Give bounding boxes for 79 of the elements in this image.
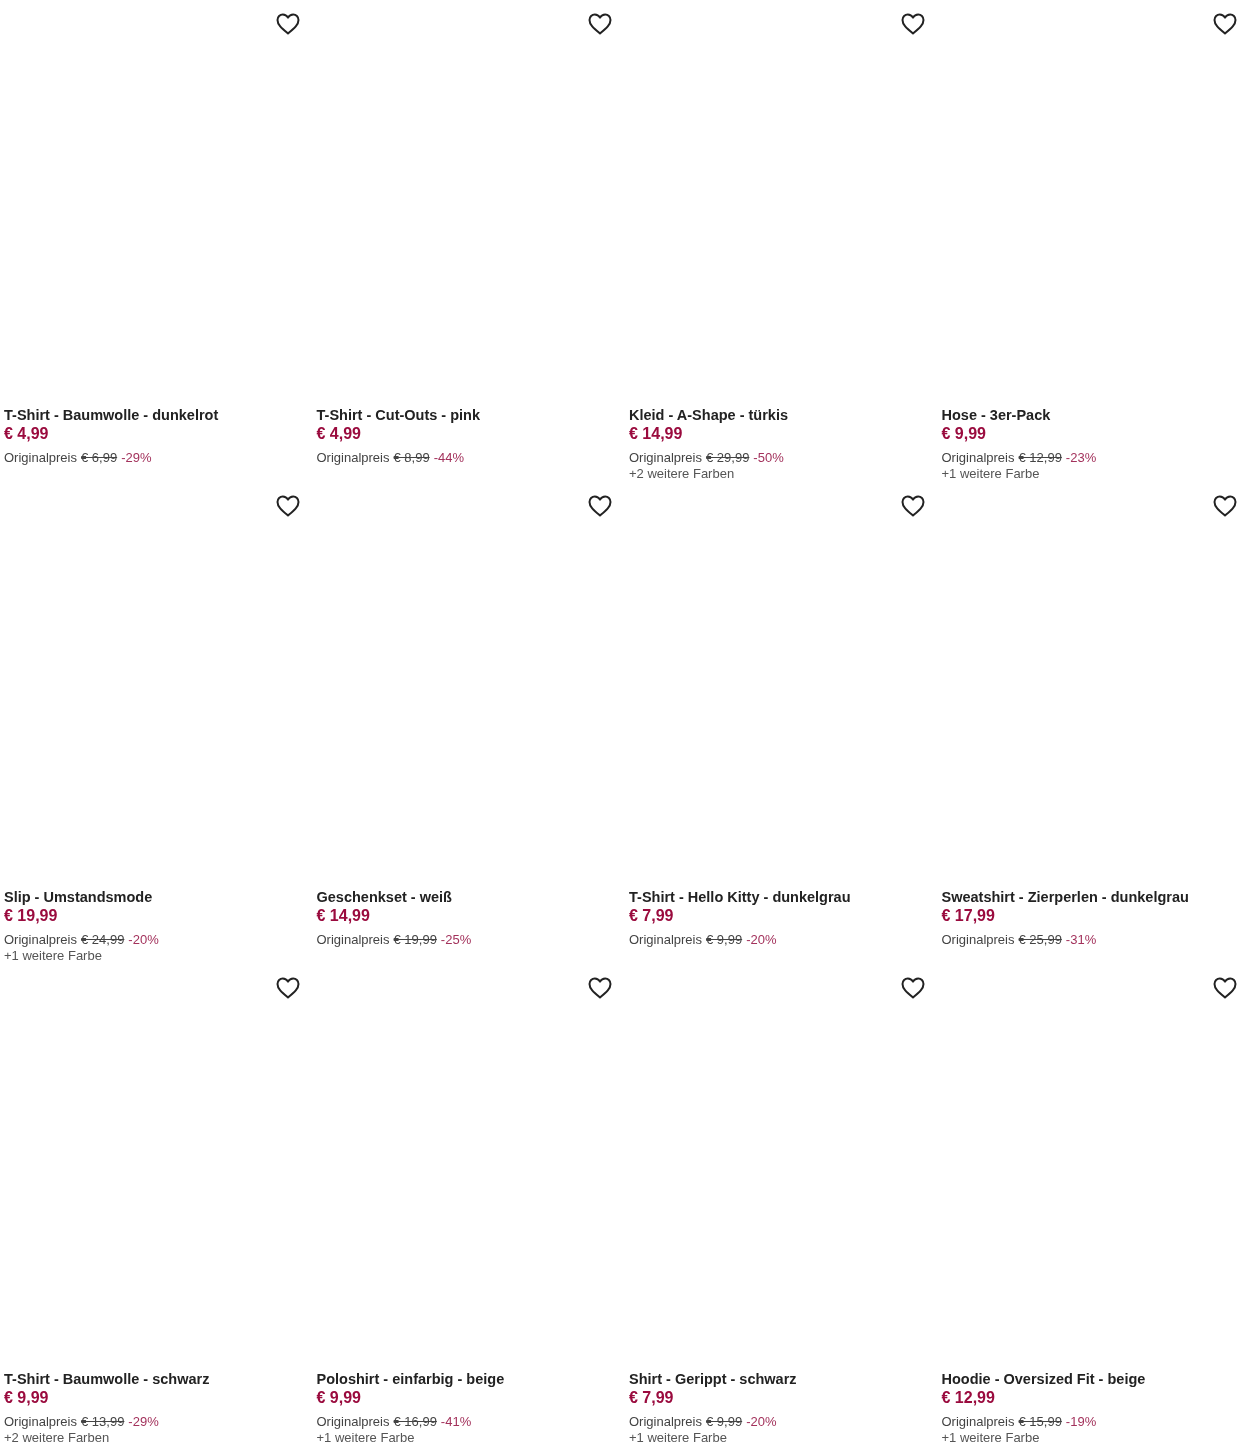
heart-icon[interactable] (900, 495, 925, 517)
heart-icon[interactable] (900, 977, 925, 999)
product-title[interactable]: T-Shirt - Baumwolle - dunkelrot (4, 406, 309, 424)
sale-price: € 14,99 (316, 906, 371, 926)
product-title[interactable]: Shirt - Gerippt - schwarz (629, 1370, 934, 1388)
discount-percent: -41% (440, 1414, 472, 1430)
original-price-label: Originalpreis (629, 932, 702, 948)
more-colors-note: +1 weitere Farbe (629, 1430, 728, 1446)
original-price: € 15,99 (1018, 1414, 1062, 1430)
discount-percent: -20% (746, 932, 777, 948)
sale-price: € 19,99 (4, 906, 59, 926)
sale-price: € 9,99 (941, 424, 987, 444)
more-colors-note: +2 weitere Farben (4, 1430, 111, 1446)
heart-icon[interactable] (275, 495, 300, 517)
original-price-label: Originalpreis (316, 450, 390, 466)
sale-price: € 7,99 (629, 906, 675, 926)
original-price: € 16,99 (393, 1414, 437, 1430)
heart-icon[interactable] (588, 977, 612, 999)
original-price: € 12,99 (1018, 450, 1062, 466)
sale-price: € 14,99 (629, 424, 684, 444)
original-price: € 6,99 (81, 450, 118, 466)
more-colors-note: +1 weitere Farbe (941, 466, 1041, 482)
product-title[interactable]: Slip - Umstandsmode (4, 888, 309, 906)
heart-icon[interactable] (900, 13, 925, 35)
sale-price: € 4,99 (316, 424, 362, 444)
discount-percent: -25% (440, 932, 472, 948)
product-title[interactable]: Hoodie - Oversized Fit - beige (941, 1370, 1246, 1388)
sale-price: € 9,99 (316, 1388, 362, 1408)
more-colors-note: +2 weitere Farben (629, 466, 736, 482)
original-price: € 9,99 (706, 1414, 743, 1430)
original-price: € 29,99 (706, 450, 750, 466)
original-price-label: Originalpreis (4, 1414, 77, 1430)
product-title[interactable]: T-Shirt - Hello Kitty - dunkelgrau (629, 888, 934, 906)
original-price-label: Originalpreis (941, 450, 1015, 466)
original-price-label: Originalpreis (316, 932, 390, 948)
heart-icon[interactable] (1213, 13, 1237, 35)
original-price-label: Originalpreis (316, 1414, 390, 1430)
discount-percent: -31% (1065, 932, 1097, 948)
product-title[interactable]: Kleid - A-Shape - türkis (629, 406, 934, 424)
original-price: € 24,99 (81, 932, 125, 948)
discount-percent: -29% (128, 1414, 159, 1430)
original-price: € 19,99 (393, 932, 437, 948)
original-price-label: Originalpreis (629, 1414, 702, 1430)
original-price: € 9,99 (706, 932, 743, 948)
more-colors-note: +1 weitere Farbe (941, 1430, 1041, 1446)
product-title[interactable]: Sweatshirt - Zierperlen - dunkelgrau (941, 888, 1246, 906)
sale-price: € 7,99 (629, 1388, 675, 1408)
original-price-label: Originalpreis (4, 932, 77, 948)
heart-icon[interactable] (588, 495, 612, 517)
sale-price: € 4,99 (4, 424, 50, 444)
heart-icon[interactable] (588, 13, 612, 35)
more-colors-note: +1 weitere Farbe (4, 948, 103, 964)
heart-icon[interactable] (1213, 977, 1237, 999)
original-price-label: Originalpreis (941, 932, 1015, 948)
sale-price: € 17,99 (941, 906, 996, 926)
heart-icon[interactable] (1213, 495, 1237, 517)
product-title[interactable]: T-Shirt - Cut-Outs - pink (316, 406, 621, 424)
discount-percent: -50% (753, 450, 784, 466)
product-title[interactable]: Geschenkset - weiß (316, 888, 621, 906)
original-price-label: Originalpreis (941, 1414, 1015, 1430)
discount-percent: -23% (1065, 450, 1097, 466)
heart-icon[interactable] (275, 977, 300, 999)
product-title[interactable]: Poloshirt - einfarbig - beige (316, 1370, 621, 1388)
discount-percent: -20% (746, 1414, 777, 1430)
original-price: € 25,99 (1018, 932, 1062, 948)
product-title[interactable]: Hose - 3er-Pack (941, 406, 1246, 424)
discount-percent: -19% (1065, 1414, 1097, 1430)
original-price: € 13,99 (81, 1414, 125, 1430)
sale-price: € 12,99 (941, 1388, 996, 1408)
sale-price: € 9,99 (4, 1388, 50, 1408)
original-price: € 8,99 (393, 450, 430, 466)
discount-percent: -29% (121, 450, 152, 466)
more-colors-note: +1 weitere Farbe (316, 1430, 416, 1446)
original-price-label: Originalpreis (629, 450, 702, 466)
product-title[interactable]: T-Shirt - Baumwolle - schwarz (4, 1370, 309, 1388)
discount-percent: -20% (128, 932, 159, 948)
heart-icon[interactable] (275, 13, 300, 35)
discount-percent: -44% (433, 450, 464, 466)
original-price-label: Originalpreis (4, 450, 77, 466)
